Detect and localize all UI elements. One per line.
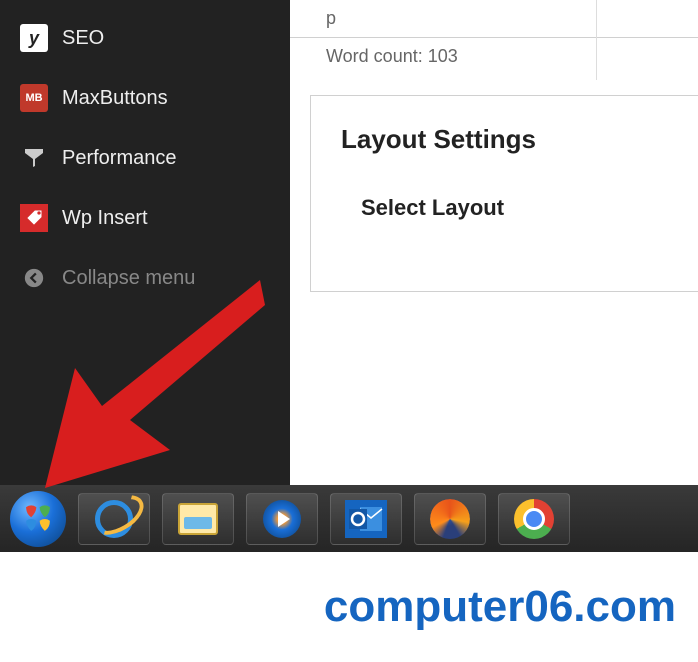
- editor-selector: p: [290, 0, 698, 37]
- layout-settings-meta-box: Layout Settings Select Layout: [310, 95, 698, 292]
- performance-icon: [20, 144, 48, 172]
- sidebar-item-performance[interactable]: Performance: [0, 128, 290, 188]
- watermark-text: computer06.com: [302, 564, 698, 650]
- taskbar-media-player[interactable]: [246, 493, 318, 545]
- taskbar-outlook[interactable]: [330, 493, 402, 545]
- sidebar-item-label: Collapse menu: [62, 267, 195, 290]
- content-pane: p Word count: 103 Layout Settings Select…: [290, 0, 698, 552]
- ie-icon: [95, 500, 133, 538]
- start-button[interactable]: [10, 491, 66, 547]
- sidebar-item-wpinsert[interactable]: Wp Insert: [0, 188, 290, 248]
- sidebar-item-label: SEO: [62, 27, 104, 50]
- sidebar-item-seo[interactable]: SEO: [0, 8, 290, 68]
- layout-settings-heading: Layout Settings: [341, 124, 668, 155]
- sidebar-item-label: MaxButtons: [62, 87, 168, 110]
- word-count-label: Word count: 103: [290, 37, 698, 75]
- windows-taskbar: [0, 485, 698, 552]
- firefox-icon: [430, 499, 470, 539]
- wp-admin-sidebar: SEO MB MaxButtons Performance Wp Insert …: [0, 0, 290, 552]
- sidebar-item-maxbuttons[interactable]: MB MaxButtons: [0, 68, 290, 128]
- taskbar-chrome[interactable]: [498, 493, 570, 545]
- outlook-icon: [345, 500, 387, 538]
- sidebar-item-label: Performance: [62, 147, 177, 170]
- folder-icon: [178, 503, 218, 535]
- sidebar-item-collapse[interactable]: Collapse menu: [0, 248, 290, 308]
- sidebar-item-label: Wp Insert: [62, 207, 148, 230]
- taskbar-file-explorer[interactable]: [162, 493, 234, 545]
- maxbuttons-icon: MB: [20, 84, 48, 112]
- chrome-icon: [514, 499, 554, 539]
- taskbar-firefox[interactable]: [414, 493, 486, 545]
- taskbar-internet-explorer[interactable]: [78, 493, 150, 545]
- collapse-icon: [20, 264, 48, 292]
- media-player-icon: [263, 500, 301, 538]
- select-layout-label: Select Layout: [341, 195, 668, 221]
- seo-icon: [20, 24, 48, 52]
- wp-insert-icon: [20, 204, 48, 232]
